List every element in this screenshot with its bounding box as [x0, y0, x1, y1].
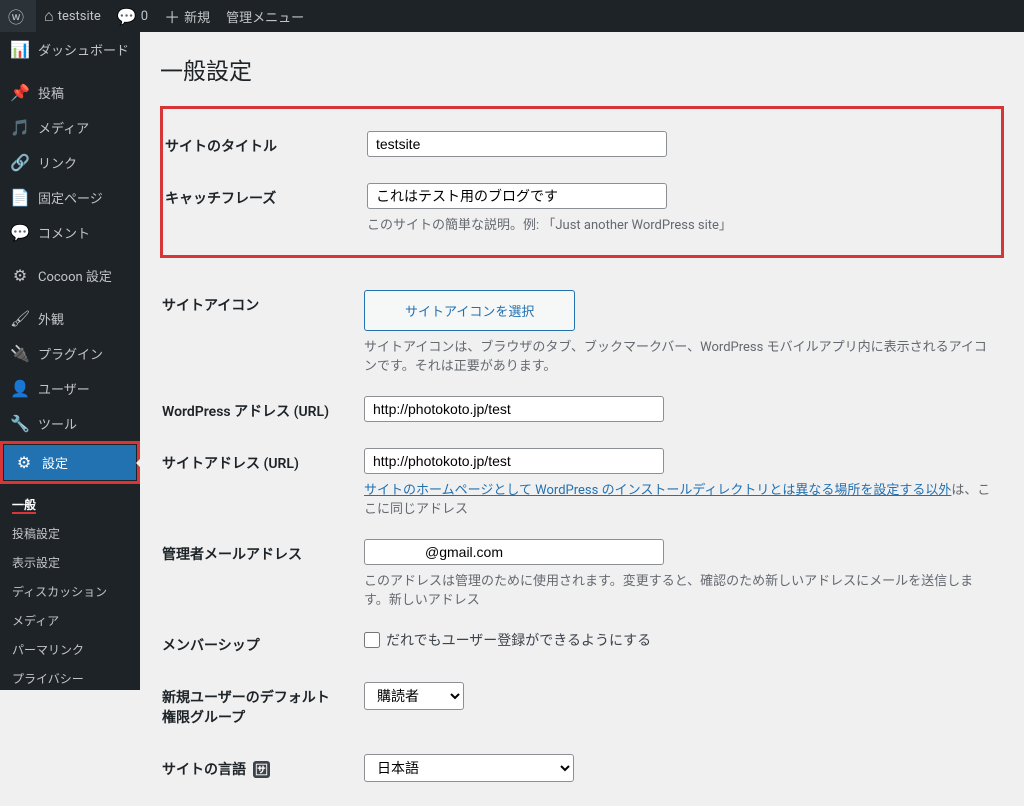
site-url-label: サイトアドレス (URL) — [162, 438, 352, 527]
sidebar-item-posts[interactable]: 📌 投稿 — [0, 75, 140, 110]
site-url-input[interactable] — [364, 448, 664, 474]
sidebar-item-links[interactable]: 🔗 リンク — [0, 145, 140, 180]
site-title-input[interactable] — [367, 131, 667, 157]
wordpress-icon: ⓦ — [8, 4, 24, 28]
dashboard-icon: 📊 — [10, 40, 30, 59]
sidebar-item-plugins[interactable]: 🔌 プラグイン — [0, 336, 140, 371]
media-icon: 🎵 — [10, 118, 30, 137]
tagline-input[interactable] — [367, 183, 667, 209]
submenu-item-writing[interactable]: 投稿設定 — [0, 519, 140, 548]
sidebar-item-comments[interactable]: 💬 コメント — [0, 215, 140, 250]
wp-url-label: WordPress アドレス (URL) — [162, 386, 352, 436]
submenu-item-permalink[interactable]: パーマリンク — [0, 635, 140, 664]
page-icon: 📄 — [10, 188, 30, 207]
sidebar-item-tools[interactable]: 🔧 ツール — [0, 406, 140, 441]
site-icon-label: サイトアイコン — [162, 280, 352, 384]
sidebar-item-label: ダッシュボード — [38, 40, 129, 59]
default-role-label: 新規ユーザーのデフォルト権限グループ — [162, 672, 352, 742]
sidebar-item-label: メディア — [38, 118, 89, 137]
admin-menu-link[interactable]: 管理メニュー — [218, 0, 312, 32]
link-icon: 🔗 — [10, 153, 30, 172]
submenu-item-reading[interactable]: 表示設定 — [0, 548, 140, 577]
sidebar-item-label: ユーザー — [38, 379, 90, 398]
sidebar-item-label: ツール — [38, 414, 77, 433]
admin-menu-label: 管理メニュー — [226, 7, 304, 26]
site-title-label: サイトのタイトル — [165, 121, 355, 171]
comment-icon: 💬 — [10, 223, 30, 242]
site-name-label: testsite — [58, 9, 101, 24]
membership-checkbox[interactable] — [364, 632, 380, 648]
submenu-item-discussion[interactable]: ディスカッション — [0, 577, 140, 606]
sidebar-item-label: 投稿 — [38, 83, 64, 102]
new-label: 新規 — [184, 7, 210, 26]
plugin-icon: 🔌 — [10, 344, 30, 363]
sidebar-item-pages[interactable]: 📄 固定ページ — [0, 180, 140, 215]
sidebar-item-cocoon[interactable]: ⚙ Cocoon 設定 — [0, 258, 140, 293]
tagline-description: このサイトの簡単な説明。例: 「Just another WordPress s… — [367, 214, 989, 233]
submenu-item-privacy[interactable]: プライバシー — [0, 664, 140, 690]
site-url-help-link[interactable]: サイトのホームページとして WordPress のインストールディレクトリとは異… — [364, 483, 951, 498]
sidebar-item-media[interactable]: 🎵 メディア — [0, 110, 140, 145]
default-role-select[interactable]: 購読者 — [364, 682, 464, 710]
admin-email-label: 管理者メールアドレス — [162, 529, 352, 618]
membership-label: メンバーシップ — [162, 620, 352, 670]
new-content-link[interactable]: ＋ 新規 — [156, 0, 218, 32]
sidebar-item-settings[interactable]: ⚙ 設定 — [4, 445, 136, 480]
wrench-icon: 🔧 — [10, 414, 30, 433]
wp-logo[interactable]: ⓦ — [0, 0, 36, 32]
wp-url-input[interactable] — [364, 396, 664, 422]
comments-count: 0 — [141, 9, 148, 24]
sidebar-item-label: プラグイン — [38, 344, 103, 363]
site-language-select[interactable]: 日本語 — [364, 754, 574, 782]
comment-icon: 💬 — [117, 7, 137, 26]
plus-icon: ＋ — [164, 4, 180, 28]
gear-icon: ⚙ — [10, 266, 30, 285]
sidebar-item-label: リンク — [38, 153, 77, 172]
sidebar-item-dashboard[interactable]: 📊 ダッシュボード — [0, 32, 140, 67]
sidebar-item-label: 外観 — [38, 309, 64, 328]
sidebar-item-users[interactable]: 👤 ユーザー — [0, 371, 140, 406]
admin-email-input[interactable] — [364, 539, 664, 565]
select-site-icon-button[interactable]: サイトアイコンを選択 — [364, 290, 575, 331]
sidebar-item-label: 設定 — [42, 453, 68, 472]
translate-icon: 🈂 — [253, 761, 269, 778]
sidebar-item-label: Cocoon 設定 — [38, 266, 112, 285]
sidebar-item-appearance[interactable]: 🖌 外観 — [0, 301, 140, 336]
settings-icon: ⚙ — [14, 453, 34, 472]
tagline-label: キャッチフレーズ — [165, 173, 355, 243]
brush-icon: 🖌 — [10, 309, 30, 328]
admin-email-description: このアドレスは管理のために使用されます。変更すると、確認のため新しいアドレスにメ… — [364, 570, 992, 608]
site-language-label: サイトの言語 🈂 — [162, 744, 352, 794]
page-title: 一般設定 — [160, 52, 1004, 86]
highlighted-section: サイトのタイトル キャッチフレーズ このサイトの簡単な説明。例: 「Just a… — [160, 106, 1004, 258]
membership-checkbox-label: だれでもユーザー登録ができるようにする — [386, 630, 651, 650]
submenu-item-media[interactable]: メディア — [0, 606, 140, 635]
sidebar-item-label: 固定ページ — [38, 188, 103, 207]
submenu-item-general[interactable]: 一般 — [0, 490, 140, 519]
pin-icon: 📌 — [10, 83, 30, 102]
home-icon: ⌂ — [44, 6, 54, 26]
user-icon: 👤 — [10, 379, 30, 398]
site-home-link[interactable]: ⌂ testsite — [36, 0, 109, 32]
site-icon-description: サイトアイコンは、ブラウザのタブ、ブックマークバー、WordPress モバイル… — [364, 336, 992, 374]
comments-link[interactable]: 💬 0 — [109, 0, 156, 32]
sidebar-item-label: コメント — [38, 223, 90, 242]
